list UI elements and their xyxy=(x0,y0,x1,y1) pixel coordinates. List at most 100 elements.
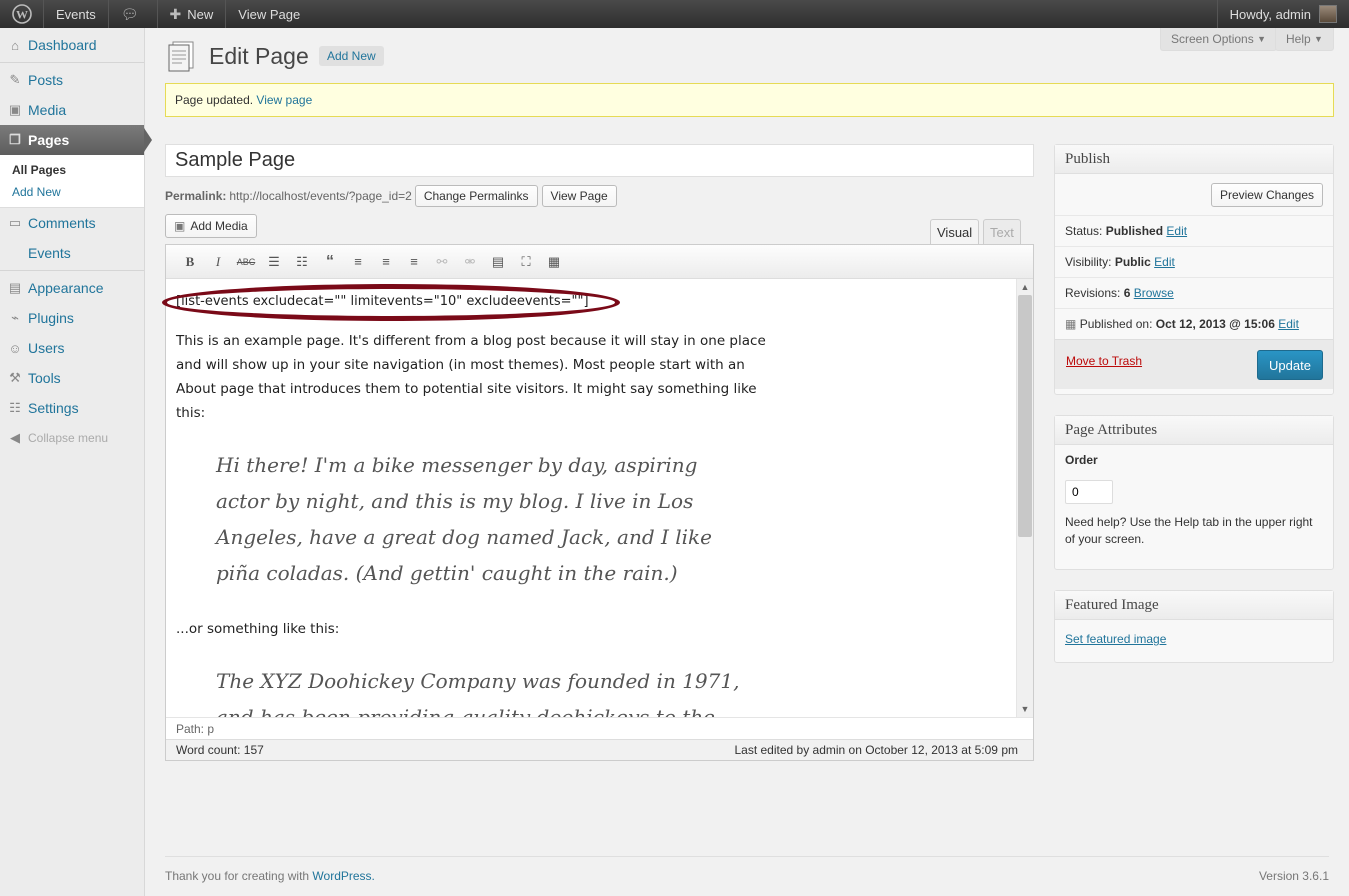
revisions-row: Revisions: 6 Browse xyxy=(1055,278,1333,309)
wordpress-logo-icon[interactable]: W xyxy=(0,0,44,28)
chevron-down-icon: ▼ xyxy=(1257,34,1266,44)
comments-icon: ▭ xyxy=(8,215,22,230)
editor-scrollbar[interactable]: ▲ ▼ xyxy=(1016,279,1033,717)
last-edited: Last edited by admin on October 12, 2013… xyxy=(734,743,1018,757)
footer-divider xyxy=(165,856,1329,857)
sidebar-item-events[interactable]: Events xyxy=(0,238,144,268)
scroll-thumb[interactable] xyxy=(1018,295,1032,537)
admin-sidebar: ⌂ Dashboard ✎ Posts ▣ Media ❐ Pages All Page… xyxy=(0,28,152,896)
add-media-button[interactable]: ▣ Add Media xyxy=(165,214,257,238)
page-attributes-box: Page Attributes Order Need help? Use the… xyxy=(1054,415,1334,570)
sidebar-item-plugins[interactable]: ⌁ Plugins xyxy=(0,303,144,333)
permalink-url[interactable]: http://localhost/events/?page_id=2 xyxy=(229,189,411,203)
editor-content[interactable]: [list-events excludecat="" limitevents="… xyxy=(166,279,1017,717)
chevron-down-icon: ▼ xyxy=(1314,34,1323,44)
italic-icon[interactable]: I xyxy=(204,250,232,274)
view-page-link[interactable]: View page xyxy=(256,93,312,107)
revisions-label: Revisions: xyxy=(1065,286,1121,300)
unlink-icon[interactable]: ⚮ xyxy=(456,250,484,274)
sidebar-item-comments[interactable]: ▭ Comments xyxy=(0,208,144,238)
align-left-icon[interactable]: ≡ xyxy=(344,250,372,274)
help-text: Need help? Use the Help tab in the upper… xyxy=(1065,515,1313,546)
page-title: Edit Page xyxy=(209,43,309,69)
collapse-arrow-icon: ◀ xyxy=(10,430,20,445)
content-editor: B I ABC ☰ ☷ “ ≡ ≡ ≡ ⚯ ⚮ ▤ ⛶ ▦ [list-even… xyxy=(165,244,1034,761)
edit-status-link[interactable]: Edit xyxy=(1166,224,1187,238)
edit-visibility-link[interactable]: Edit xyxy=(1154,255,1175,269)
submenu-all-pages[interactable]: All Pages xyxy=(0,159,144,181)
preview-changes-button[interactable]: Preview Changes xyxy=(1210,183,1323,207)
order-input[interactable] xyxy=(1065,480,1113,504)
plugins-icon: ⌁ xyxy=(11,310,19,325)
align-center-icon[interactable]: ≡ xyxy=(372,250,400,274)
revisions-value: 6 xyxy=(1123,286,1131,300)
more-tag-icon[interactable]: ▤ xyxy=(484,250,512,274)
fullscreen-icon[interactable]: ⛶ xyxy=(512,250,540,274)
change-permalinks-button[interactable]: Change Permalinks xyxy=(414,185,538,207)
wordpress-link[interactable]: WordPress. xyxy=(312,869,374,883)
new-content-menu[interactable]: ✚ New xyxy=(158,0,227,28)
set-featured-image-link[interactable]: Set featured image xyxy=(1065,632,1166,646)
kitchen-sink-icon[interactable]: ▦ xyxy=(540,250,568,274)
scroll-down-icon[interactable]: ▼ xyxy=(1017,701,1033,717)
sidebar-item-tools[interactable]: ⚒ Tools xyxy=(0,363,144,393)
sidebar-item-label: Comments xyxy=(28,215,96,231)
update-button[interactable]: Update xyxy=(1257,350,1323,380)
sidebar-item-dashboard[interactable]: ⌂ Dashboard xyxy=(0,30,144,60)
post-title-input[interactable] xyxy=(165,144,1034,177)
add-media-icon: ▣ xyxy=(174,219,186,233)
sidebar-item-settings[interactable]: ☷ Settings xyxy=(0,393,144,423)
status-value: Published xyxy=(1105,224,1164,238)
add-new-button[interactable]: Add New xyxy=(319,46,384,66)
pages-submenu: All Pages Add New xyxy=(0,155,144,208)
publish-box-title: Publish xyxy=(1055,145,1333,174)
featured-image-title: Featured Image xyxy=(1055,591,1333,620)
visibility-value: Public xyxy=(1114,255,1151,269)
link-icon[interactable]: ⚯ xyxy=(428,250,456,274)
scroll-up-icon[interactable]: ▲ xyxy=(1017,279,1033,295)
screen-options-tab[interactable]: Screen Options ▼ xyxy=(1160,28,1277,51)
browse-revisions-link[interactable]: Browse xyxy=(1134,286,1174,300)
align-right-icon[interactable]: ≡ xyxy=(400,250,428,274)
sidebar-item-posts[interactable]: ✎ Posts xyxy=(0,65,144,95)
bullet-list-icon[interactable]: ☰ xyxy=(260,250,288,274)
numbered-list-icon[interactable]: ☷ xyxy=(288,250,316,274)
tab-visual[interactable]: Visual xyxy=(930,219,980,245)
view-page-button[interactable]: View Page xyxy=(541,185,617,207)
tools-icon: ⚒ xyxy=(9,370,21,385)
pages-header-icon xyxy=(167,40,197,72)
edit-date-link[interactable]: Edit xyxy=(1278,317,1299,331)
tab-text[interactable]: Text xyxy=(983,219,1021,245)
permalink-label: Permalink: xyxy=(165,189,227,203)
comments-link[interactable]: 💬︎ xyxy=(109,0,158,28)
publish-box: Publish Preview Changes Status: Publishe… xyxy=(1054,144,1334,395)
menu-separator xyxy=(0,62,144,63)
view-page-link[interactable]: View Page xyxy=(226,0,312,28)
sidebar-item-label: Users xyxy=(28,340,65,356)
paragraph: This is an example page. It's different … xyxy=(176,333,766,421)
sidebar-item-pages[interactable]: ❐ Pages xyxy=(0,125,152,155)
sidebar-item-users[interactable]: ☺ Users xyxy=(0,333,144,363)
blockquote-icon[interactable]: “ xyxy=(316,250,344,274)
sidebar-item-appearance[interactable]: ▤ Appearance xyxy=(0,273,144,303)
footer-credit: Thank you for creating with WordPress. xyxy=(165,869,375,883)
help-label: Help xyxy=(1286,32,1311,46)
collapse-menu-button[interactable]: ◀ Collapse menu xyxy=(0,423,144,453)
sidebar-item-label: Plugins xyxy=(28,310,74,326)
footer-version: Version 3.6.1 xyxy=(1258,869,1329,883)
strikethrough-icon[interactable]: ABC xyxy=(232,250,260,274)
comment-bubble-icon: 💬︎ xyxy=(120,5,139,22)
help-tab[interactable]: Help ▼ xyxy=(1275,28,1334,51)
order-label: Order xyxy=(1065,453,1098,467)
permalink-row: Permalink: http://localhost/events/?page… xyxy=(165,185,617,207)
notice-text: Page updated. xyxy=(175,93,254,107)
add-media-label: Add Media xyxy=(190,219,248,233)
editor-path: Path: p xyxy=(166,717,1033,739)
bold-icon[interactable]: B xyxy=(176,250,204,274)
publish-actions: Move to Trash Update xyxy=(1055,339,1333,389)
sidebar-item-media[interactable]: ▣ Media xyxy=(0,95,144,125)
move-to-trash-link[interactable]: Move to Trash xyxy=(1066,354,1142,368)
site-name-link[interactable]: Events xyxy=(44,0,109,28)
submenu-add-new[interactable]: Add New xyxy=(0,181,144,203)
my-account-menu[interactable]: Howdy, admin xyxy=(1216,0,1349,28)
